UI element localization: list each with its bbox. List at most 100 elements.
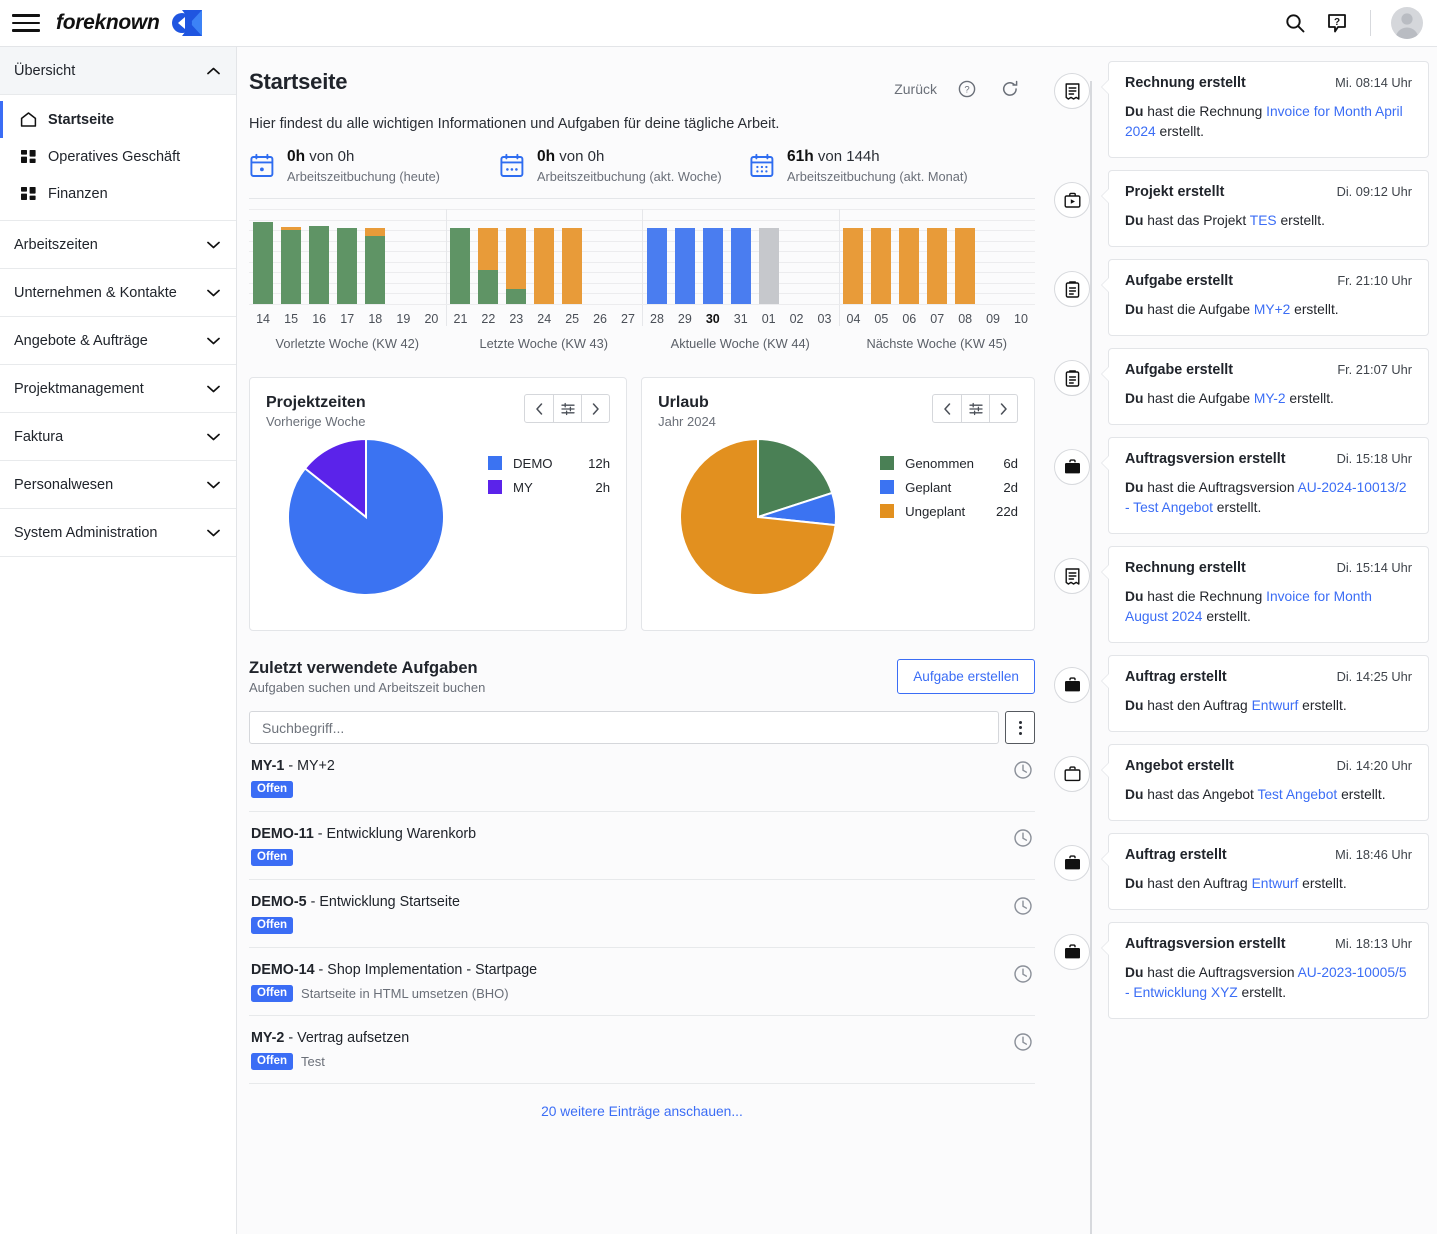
- timeline-link[interactable]: Test Angebot: [1257, 787, 1337, 802]
- bar-chart-column[interactable]: [699, 209, 727, 304]
- task-row[interactable]: DEMO-14 - Shop Implementation - Startpag…: [249, 948, 1035, 1016]
- bar-chart-column[interactable]: [614, 209, 642, 304]
- bar-chart-column[interactable]: [417, 209, 445, 304]
- back-button[interactable]: Zurück: [894, 81, 937, 97]
- task-row[interactable]: MY-1 - MY+2 Offen: [249, 744, 1035, 812]
- legend-row[interactable]: Ungeplant 22d: [880, 499, 1018, 523]
- create-task-button[interactable]: Aufgabe erstellen: [897, 659, 1035, 694]
- chevron-right-icon[interactable]: [581, 395, 609, 422]
- timeline-card[interactable]: Projekt erstellt Di. 09:12 Uhr Du hast d…: [1101, 170, 1429, 247]
- bar-chart-column[interactable]: [867, 209, 895, 304]
- chevron-left-icon[interactable]: [933, 395, 961, 422]
- bar-chart-column[interactable]: [1007, 209, 1035, 304]
- clock-icon[interactable]: [1013, 760, 1033, 780]
- bar-chart-column[interactable]: [755, 209, 783, 304]
- sidebar-item-finanzen[interactable]: Finanzen: [0, 175, 236, 212]
- task-row[interactable]: MY-2 - Vertrag aufsetzen Offen Test: [249, 1016, 1035, 1084]
- bar-segment: [927, 228, 948, 304]
- sidebar-item-operatives-geschaeft[interactable]: Operatives Geschäft: [0, 138, 236, 175]
- bar-chart-column[interactable]: [474, 209, 502, 304]
- refresh-icon[interactable]: [997, 76, 1023, 102]
- help-bubble-icon[interactable]: ?: [1324, 10, 1350, 36]
- timeline-card[interactable]: Auftragsversion erstellt Di. 15:18 Uhr D…: [1101, 437, 1429, 534]
- bar-chart-column[interactable]: [447, 209, 475, 304]
- timeline-link[interactable]: Entwurf: [1252, 698, 1299, 713]
- timeline-link[interactable]: MY+2: [1254, 302, 1290, 317]
- timeline-card[interactable]: Auftragsversion erstellt Mi. 18:13 Uhr D…: [1101, 922, 1429, 1019]
- hamburger-icon[interactable]: [12, 9, 40, 37]
- task-title: MY-2 - Vertrag aufsetzen: [251, 1030, 1013, 1046]
- sidebar-group-personalwesen[interactable]: Personalwesen: [0, 461, 236, 509]
- timeline-card[interactable]: Aufgabe erstellt Fr. 21:07 Uhr Du hast d…: [1101, 348, 1429, 425]
- timeline-card[interactable]: Auftrag erstellt Di. 14:25 Uhr Du hast d…: [1101, 655, 1429, 732]
- avatar[interactable]: [1391, 7, 1423, 39]
- search-input[interactable]: [249, 711, 999, 744]
- bar-chart-column[interactable]: [502, 209, 530, 304]
- bar-chart-column[interactable]: [558, 209, 586, 304]
- bar-chart-column[interactable]: [586, 209, 614, 304]
- sidebar-group-arbeitszeiten[interactable]: Arbeitszeiten: [0, 221, 236, 269]
- timeline-card[interactable]: Angebot erstellt Di. 14:20 Uhr Du hast d…: [1101, 744, 1429, 821]
- clock-icon[interactable]: [1013, 828, 1033, 848]
- sidebar-group-faktura[interactable]: Faktura: [0, 413, 236, 461]
- bar-chart-column[interactable]: [389, 209, 417, 304]
- bar-chart-column[interactable]: [895, 209, 923, 304]
- timeline-post: erstellt.: [1290, 302, 1339, 317]
- stat-week: 0h von 0h Arbeitszeitbuchung (akt. Woche…: [499, 148, 749, 184]
- brand-logo-group[interactable]: foreknown: [56, 10, 203, 36]
- clock-icon[interactable]: [1013, 964, 1033, 984]
- bar-chart-column[interactable]: [979, 209, 1007, 304]
- bar-chart-column[interactable]: [277, 209, 305, 304]
- timeline-card[interactable]: Aufgabe erstellt Fr. 21:10 Uhr Du hast d…: [1101, 259, 1429, 336]
- chevron-right-icon[interactable]: [989, 395, 1017, 422]
- clock-icon[interactable]: [1013, 1032, 1033, 1052]
- bar-chart-column[interactable]: [361, 209, 389, 304]
- bar-chart-column[interactable]: [951, 209, 979, 304]
- bar-chart-column[interactable]: [671, 209, 699, 304]
- more-vertical-icon[interactable]: [1005, 711, 1035, 744]
- search-icon[interactable]: [1282, 10, 1308, 36]
- bar-chart-column[interactable]: [811, 209, 839, 304]
- clock-icon[interactable]: [1013, 896, 1033, 916]
- bar-chart-column[interactable]: [783, 209, 811, 304]
- bar-segment: [337, 228, 358, 304]
- bar-chart-column[interactable]: [305, 209, 333, 304]
- chevron-left-icon[interactable]: [525, 395, 553, 422]
- legend-row[interactable]: Genommen 6d: [880, 451, 1018, 475]
- sliders-icon[interactable]: [961, 395, 989, 422]
- sidebar-group-uebersicht[interactable]: Übersicht: [0, 47, 236, 95]
- timeline-card[interactable]: Auftrag erstellt Mi. 18:46 Uhr Du hast d…: [1101, 833, 1429, 910]
- timeline-post: erstellt.: [1298, 698, 1347, 713]
- bar-chart-column[interactable]: [333, 209, 361, 304]
- legend-row[interactable]: MY 2h: [488, 475, 610, 499]
- timeline-card[interactable]: Rechnung erstellt Mi. 08:14 Uhr Du hast …: [1101, 61, 1429, 158]
- timeline-link[interactable]: TES: [1250, 213, 1277, 228]
- sidebar-group-system-administration[interactable]: System Administration: [0, 509, 236, 557]
- timeline-post: erstellt.: [1337, 787, 1386, 802]
- sidebar-group-projektmanagement[interactable]: Projektmanagement: [0, 365, 236, 413]
- sidebar-group-unternehmen-kontakte[interactable]: Unternehmen & Kontakte: [0, 269, 236, 317]
- load-more-link[interactable]: 20 weitere Einträge anschauen...: [249, 1084, 1035, 1119]
- timeline-title: Auftrag erstellt: [1125, 669, 1227, 685]
- bar-chart-column[interactable]: [530, 209, 558, 304]
- question-circle-icon[interactable]: ?: [954, 76, 980, 102]
- bar-chart-column[interactable]: [840, 209, 868, 304]
- task-row[interactable]: DEMO-11 - Entwicklung Warenkorb Offen: [249, 812, 1035, 880]
- timeline-link[interactable]: Entwurf: [1252, 876, 1299, 891]
- bar-chart-column[interactable]: [727, 209, 755, 304]
- sidebar-item-startseite[interactable]: Startseite: [0, 101, 236, 138]
- bar-chart-column[interactable]: [249, 209, 277, 304]
- timeline-card[interactable]: Rechnung erstellt Di. 15:14 Uhr Du hast …: [1101, 546, 1429, 643]
- timeline-link[interactable]: MY-2: [1254, 391, 1286, 406]
- card-title: Urlaub: [658, 394, 709, 411]
- legend-row[interactable]: DEMO 12h: [488, 451, 610, 475]
- timeline-post: erstellt.: [1276, 213, 1325, 228]
- sidebar-group-angebote-auftraege[interactable]: Angebote & Aufträge: [0, 317, 236, 365]
- legend-row[interactable]: Geplant 2d: [880, 475, 1018, 499]
- sliders-icon[interactable]: [553, 395, 581, 422]
- bar-chart-column[interactable]: [643, 209, 671, 304]
- task-row[interactable]: DEMO-5 - Entwicklung Startseite Offen: [249, 880, 1035, 948]
- bar-chart-week-daylabels: 28 29 30 31 01 02 03: [642, 305, 839, 326]
- bar-chart-column[interactable]: [923, 209, 951, 304]
- bar-chart-bar: [309, 226, 330, 304]
